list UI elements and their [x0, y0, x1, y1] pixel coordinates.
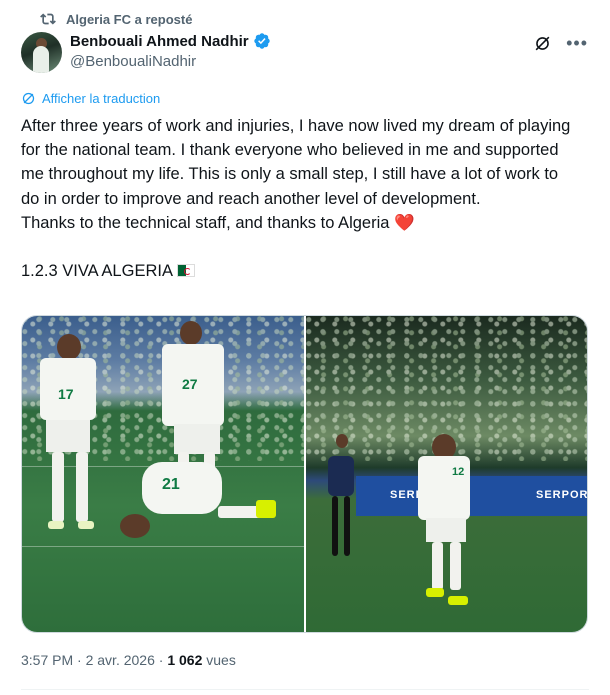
show-translation-label: Afficher la traduction: [42, 91, 161, 106]
shirt-number: 17: [58, 386, 74, 402]
meta-separator: ·: [158, 652, 164, 668]
author-info[interactable]: Benbouali Ahmed Nadhir @BenboualiNadhir: [70, 32, 271, 70]
tweet-date[interactable]: 2 avr. 2026: [86, 652, 155, 668]
tweet-media: 17 27 21 SERPORT SERPORT: [21, 315, 588, 633]
tweet-metadata: 3:57 PM · 2 avr. 2026 · 1 062 vues: [21, 652, 236, 668]
algeria-flag-emoji: [176, 264, 195, 278]
tweet-top-actions: •••: [533, 34, 588, 53]
divider: [21, 689, 589, 690]
photo-right[interactable]: SERPORT SERPORT 12: [306, 316, 587, 632]
grok-icon[interactable]: [533, 34, 552, 53]
shirt-number: 12: [452, 466, 465, 478]
author-name[interactable]: Benbouali Ahmed Nadhir: [70, 33, 249, 50]
tweet-paragraph-1: After three years of work and injuries, …: [21, 117, 571, 208]
views-count[interactable]: 1 062: [167, 652, 202, 668]
translate-icon: [22, 92, 35, 105]
tweet-paragraph-2: Thanks to the technical staff, and thank…: [21, 211, 581, 235]
advertising-board: SERPORT SERPORT: [356, 476, 587, 516]
tweet-paragraph-2-text: Thanks to the technical staff, and thank…: [21, 213, 390, 232]
repost-indicator[interactable]: Algeria FC a reposté: [40, 11, 192, 27]
more-icon[interactable]: •••: [566, 34, 588, 53]
repost-label: Algeria FC a reposté: [66, 11, 193, 27]
photo-left[interactable]: 17 27 21: [22, 316, 304, 632]
verified-badge-icon[interactable]: [253, 32, 271, 50]
tweet-paragraph-3: 1.2.3 VIVA ALGERIA: [21, 259, 581, 283]
heart-emoji: ❤️: [394, 213, 415, 232]
repost-icon: [40, 13, 56, 25]
shirt-number: 21: [162, 476, 180, 493]
author-handle[interactable]: @BenboualiNadhir: [70, 53, 271, 70]
meta-separator: ·: [77, 652, 82, 668]
show-translation-link[interactable]: Afficher la traduction: [21, 91, 160, 106]
tweet-text: After three years of work and injuries, …: [21, 114, 581, 283]
tweet-time[interactable]: 3:57 PM: [21, 652, 73, 668]
shirt-number: 27: [182, 376, 198, 392]
advertising-board-text: SERPORT: [536, 489, 587, 501]
author-avatar[interactable]: [21, 32, 62, 73]
views-label: vues: [206, 652, 236, 668]
tweet-paragraph-3-text: 1.2.3 VIVA ALGERIA: [21, 262, 173, 281]
